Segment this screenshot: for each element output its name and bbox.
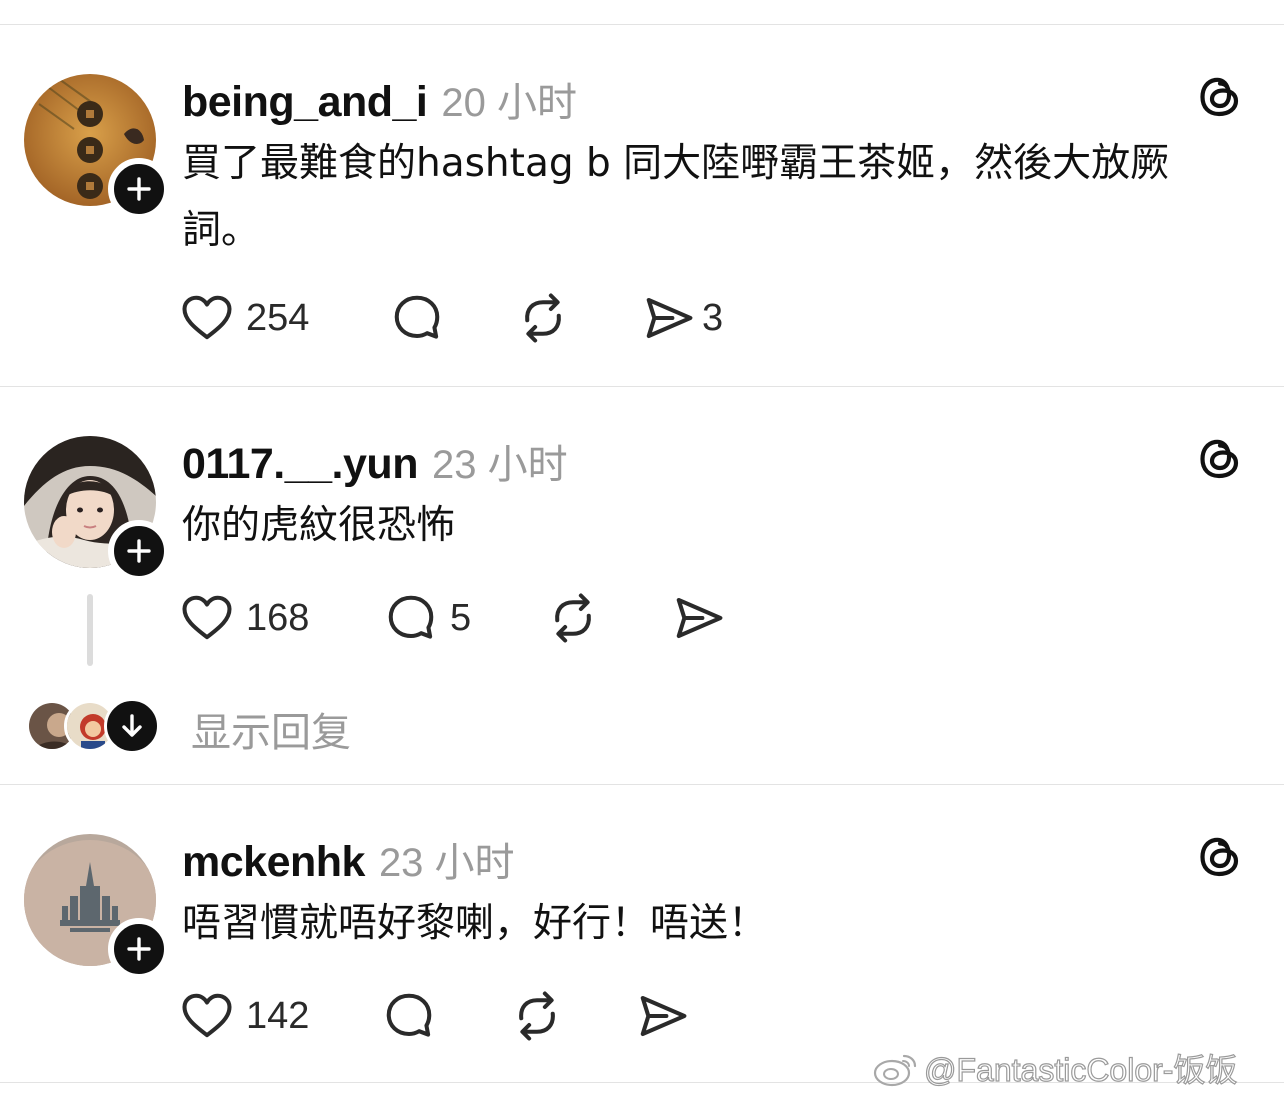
repost-icon	[546, 591, 600, 645]
username[interactable]: being_and_i	[182, 78, 428, 127]
like-button[interactable]: 168	[180, 592, 309, 644]
username[interactable]: mckenhk	[182, 838, 365, 887]
repost-button[interactable]	[516, 292, 570, 344]
avatar-wrap[interactable]	[24, 74, 170, 220]
comment-count: 5	[450, 596, 472, 639]
repost-button[interactable]	[546, 592, 600, 644]
like-button[interactable]: 254	[180, 292, 309, 344]
send-icon	[672, 591, 726, 645]
like-count: 142	[246, 994, 310, 1037]
post-content: 唔習慣就唔好黎喇，好行！唔送！	[182, 901, 768, 946]
comment-bubble-icon	[384, 591, 438, 645]
follow-button[interactable]	[108, 520, 170, 582]
follow-button[interactable]	[108, 918, 170, 980]
expand-replies-button[interactable]	[104, 698, 160, 754]
thread-line	[87, 594, 93, 666]
weibo-logo-icon	[873, 1054, 917, 1087]
post-content: 你的虎紋很恐怖	[182, 503, 456, 548]
post-header: 0117.__.yun 23 小时	[182, 432, 568, 490]
username[interactable]: 0117.__.yun	[182, 440, 418, 489]
arrow-down-icon	[122, 714, 142, 737]
show-replies-link[interactable]: 显示回复	[191, 700, 351, 758]
comment-bubble-icon	[382, 989, 436, 1043]
watermark-text: @FantasticColor-饭饭	[923, 1051, 1238, 1088]
post-header: being_and_i 20 小时	[182, 70, 577, 128]
show-replies-row[interactable]: 显示回复	[26, 698, 526, 756]
share-button[interactable]	[636, 990, 690, 1042]
divider-top	[0, 24, 1284, 25]
post-content: 買了最難食的hashtag b 同大陸嘢霸王茶姬，然後大放厥詞。	[182, 141, 1170, 253]
repost-icon	[510, 989, 564, 1043]
send-icon	[636, 989, 690, 1043]
like-count: 254	[246, 296, 310, 339]
divider	[0, 784, 1284, 785]
threads-logo-icon[interactable]	[1196, 72, 1244, 120]
post-1[interactable]: being_and_i 20 小时 買了最難食的hashtag b 同大陸嘢霸王…	[0, 66, 1284, 366]
repost-icon	[516, 291, 570, 345]
post-3[interactable]: mckenhk 23 小时 唔習慣就唔好黎喇，好行！唔送！ 142	[0, 826, 1284, 1066]
threads-logo-icon[interactable]	[1196, 832, 1244, 880]
avatar-wrap[interactable]	[24, 436, 170, 582]
heart-icon	[180, 291, 234, 345]
action-bar: 142	[180, 990, 880, 1042]
timestamp: 23 小时	[378, 841, 515, 885]
comment-button[interactable]	[390, 292, 444, 344]
watermark: @FantasticColor-饭饭	[872, 1046, 1238, 1090]
share-count: 3	[702, 296, 724, 339]
timestamp: 23 小时	[431, 443, 568, 487]
comment-button[interactable]	[382, 990, 436, 1042]
post-header: mckenhk 23 小时	[182, 830, 515, 888]
share-button[interactable]: 3	[642, 292, 723, 344]
heart-icon	[180, 989, 234, 1043]
threads-logo-icon[interactable]	[1196, 434, 1244, 482]
share-button[interactable]	[672, 592, 726, 644]
timestamp: 20 小时	[441, 81, 577, 125]
comment-button[interactable]: 5	[384, 592, 471, 644]
avatar-wrap[interactable]	[24, 834, 170, 980]
follow-button[interactable]	[108, 158, 170, 220]
action-bar: 254 3	[180, 292, 880, 344]
plus-icon	[127, 937, 151, 961]
plus-icon	[127, 539, 151, 563]
comment-bubble-icon	[390, 291, 444, 345]
repost-button[interactable]	[510, 990, 564, 1042]
action-bar: 168 5	[180, 592, 880, 644]
plus-icon	[127, 177, 151, 201]
like-count: 168	[246, 596, 310, 639]
send-icon	[642, 291, 696, 345]
heart-icon	[180, 591, 234, 645]
divider	[0, 386, 1284, 387]
like-button[interactable]: 142	[180, 990, 309, 1042]
